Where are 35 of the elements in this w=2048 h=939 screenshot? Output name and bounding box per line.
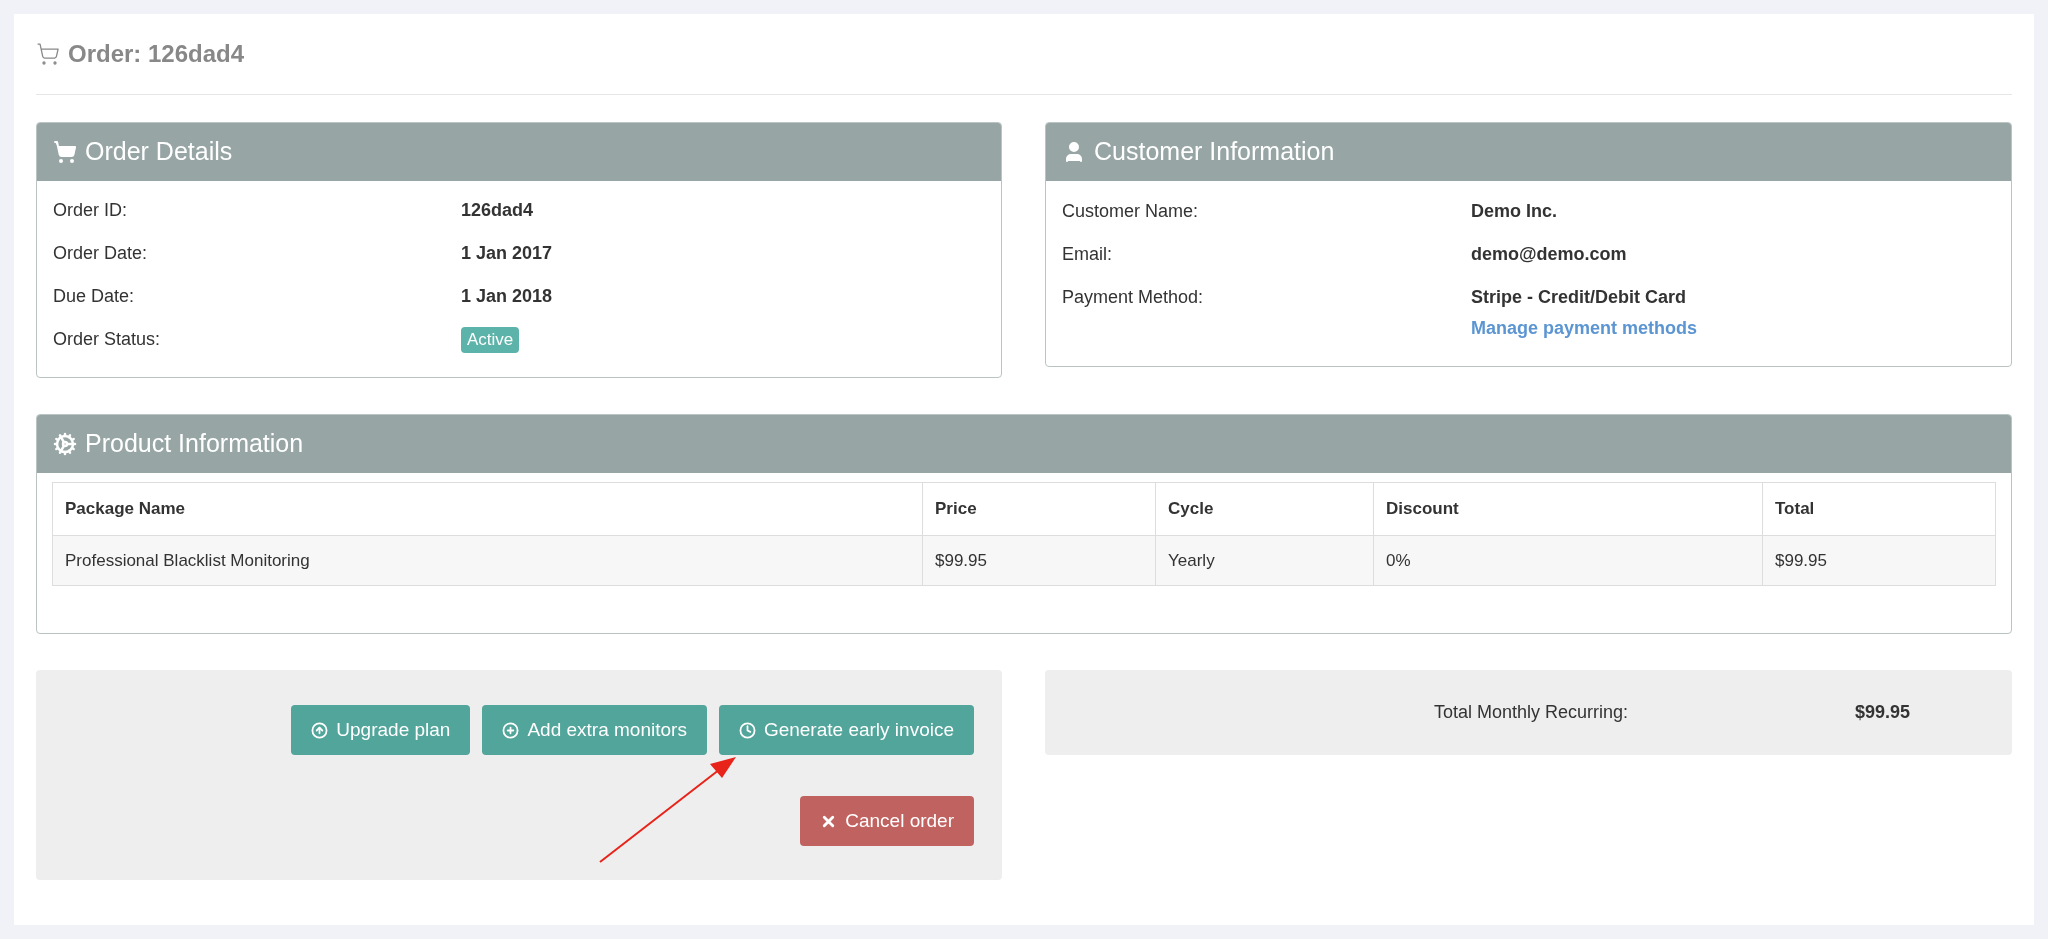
field-label: Payment Method:: [1062, 286, 1205, 309]
column-header: Price: [922, 482, 1156, 536]
field-label: Due Date:: [53, 285, 136, 308]
table-cell: $99.95: [1762, 535, 1996, 586]
cancel-button[interactable]: Cancel order: [800, 796, 974, 846]
table-cell: 0%: [1373, 535, 1763, 586]
field-value: Demo Inc.: [1471, 200, 1559, 223]
panel-title: Order Details: [85, 136, 233, 168]
field-label: Order ID:: [53, 199, 128, 222]
field-value: Stripe - Credit/Debit Card: [1471, 286, 1688, 309]
column-header: Total: [1762, 482, 1996, 536]
page-title: Order: 126dad4: [68, 39, 245, 69]
action-button[interactable]: Generate early invoice: [718, 705, 974, 755]
table-cell: $99.95: [922, 535, 1156, 586]
column-header: Cycle: [1155, 482, 1374, 536]
table-cell: Yearly: [1155, 535, 1374, 586]
summary-value: $99.95: [1855, 701, 1911, 724]
action-button[interactable]: Upgrade plan: [291, 705, 471, 755]
panel-title: Customer Information: [1094, 136, 1335, 168]
field-label: Order Date:: [53, 242, 149, 265]
status-badge: Active: [461, 326, 520, 353]
field-value: 1 Jan 2017: [461, 242, 553, 265]
action-button[interactable]: Add extra monitors: [482, 705, 707, 755]
table-cell: Professional Blacklist Monitoring: [52, 535, 923, 586]
manage-payment-link[interactable]: Manage payment methods: [1471, 315, 1995, 342]
field-value: demo@demo.com: [1471, 243, 1628, 266]
field-label: Order Status:: [53, 328, 162, 351]
column-header: Discount: [1373, 482, 1763, 536]
column-header: Package Name: [52, 482, 923, 536]
summary-label: Total Monthly Recurring:: [1434, 701, 1630, 724]
panel-title: Product Information: [85, 428, 304, 460]
field-value: 1 Jan 2018: [461, 285, 553, 308]
field-value: 126dad4: [461, 199, 534, 222]
field-label: Customer Name:: [1062, 200, 1200, 223]
field-label: Email:: [1062, 243, 1113, 266]
